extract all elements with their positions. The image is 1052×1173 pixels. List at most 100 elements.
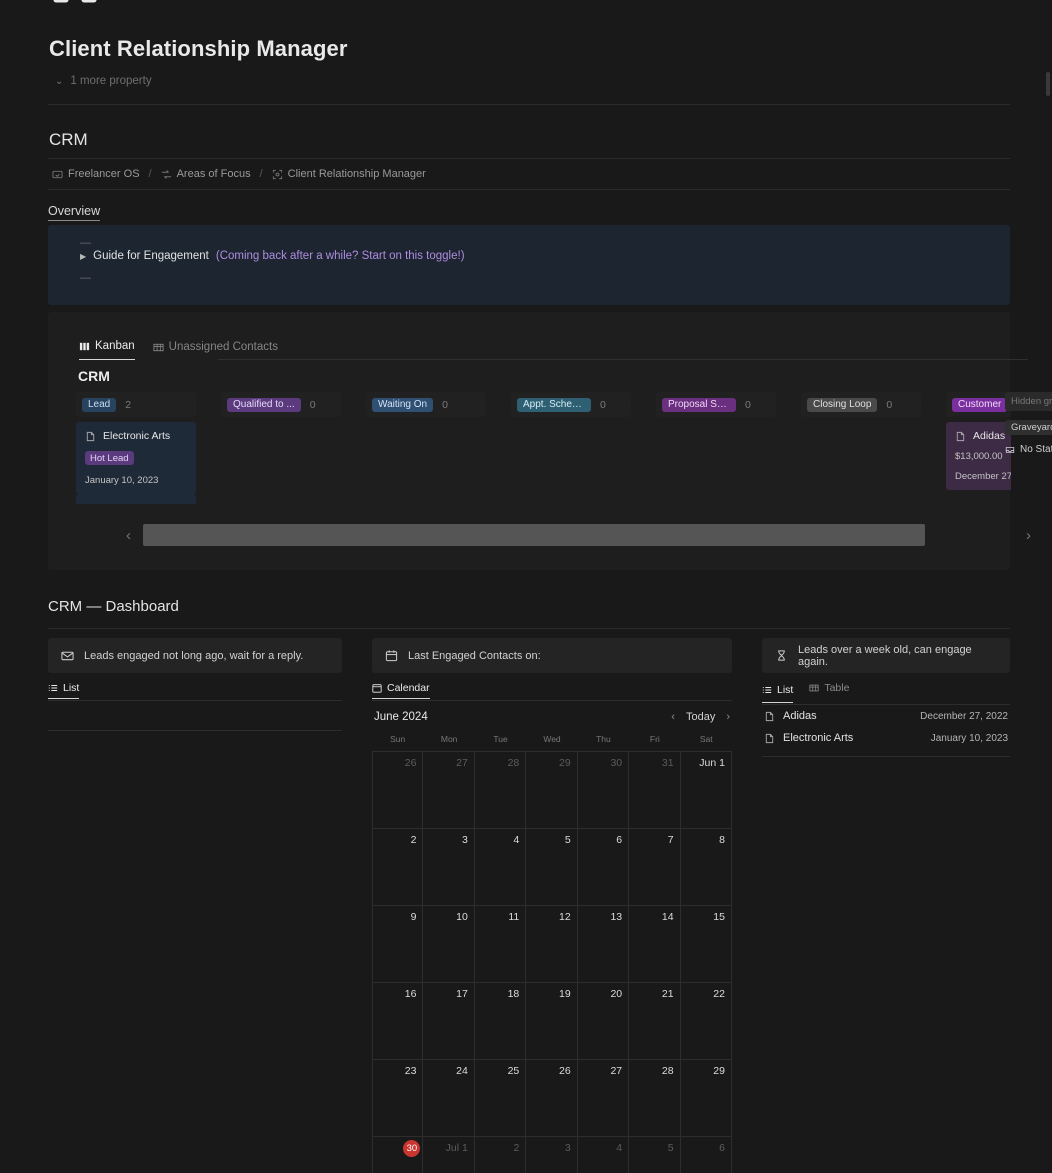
page-scrollbar-thumb[interactable] bbox=[1046, 72, 1050, 96]
calendar-day-cell[interactable]: 26 bbox=[372, 751, 424, 828]
calendar-day-cell[interactable]: 29 bbox=[526, 751, 578, 828]
calendar-day-cell[interactable]: 2 bbox=[474, 1136, 527, 1173]
calendar-day-cell[interactable]: 27 bbox=[577, 1059, 630, 1136]
envelope-icon bbox=[61, 649, 74, 662]
calendar-day-cell[interactable]: 3 bbox=[423, 828, 475, 905]
calendar-day-cell[interactable]: 24 bbox=[423, 1059, 475, 1136]
view-tabs: List Table bbox=[762, 682, 1010, 705]
tab-unassigned-contacts[interactable]: Unassigned Contacts bbox=[153, 341, 278, 360]
kanban-column-header[interactable]: Appt. Sched... 0 bbox=[511, 392, 631, 417]
kanban-card[interactable]: Nike bbox=[76, 493, 196, 504]
calendar-day-cell[interactable]: 28 bbox=[629, 1059, 681, 1136]
calendar-day-cell[interactable]: 27 bbox=[423, 751, 475, 828]
kanban-column: Qualified to ... 0 bbox=[221, 392, 341, 504]
divider-dashboard bbox=[48, 628, 1010, 629]
tab-kanban[interactable]: Kanban bbox=[79, 340, 135, 360]
kanban-title: CRM bbox=[78, 368, 110, 384]
calendar-day-cell[interactable]: 17 bbox=[423, 982, 475, 1059]
scroll-left-icon[interactable]: ‹ bbox=[126, 527, 131, 544]
calendar-prev-icon[interactable]: ‹ bbox=[671, 711, 675, 723]
dashboard-title: CRM — Dashboard bbox=[48, 598, 179, 615]
calendar-day-cell[interactable]: 3 bbox=[526, 1136, 578, 1173]
kanban-column-header[interactable]: Closing Loop 0 bbox=[801, 392, 921, 417]
calendar-weekday: Thu bbox=[596, 734, 611, 744]
calendar-day-cell[interactable]: 13 bbox=[577, 905, 630, 982]
calendar-today-button[interactable]: Today bbox=[686, 711, 715, 723]
calendar-day-cell[interactable]: 31 bbox=[629, 751, 681, 828]
calendar-next-icon[interactable]: › bbox=[726, 711, 730, 723]
calendar-day-cell[interactable]: 25 bbox=[474, 1059, 527, 1136]
kanban-scroll-area: Lead 2 Electronic Arts Hot Lead January 10, … bbox=[76, 392, 1011, 504]
no-status-label: No Status bbox=[1020, 444, 1052, 455]
kanban-panel: Kanban Unassigned Contacts CRM Lead 2 Elec… bbox=[48, 312, 1052, 570]
calendar-day-cell[interactable]: 30 bbox=[577, 751, 630, 828]
breadcrumb-item-areas-of-focus[interactable]: Areas of Focus bbox=[158, 166, 254, 182]
calendar-day-cell[interactable]: 14 bbox=[629, 905, 681, 982]
calendar-day-cell[interactable]: 4 bbox=[474, 828, 527, 905]
calendar-day-cell[interactable]: 19 bbox=[526, 982, 578, 1059]
calendar-day-cell[interactable]: 8 bbox=[680, 828, 732, 905]
scrollbar-thumb[interactable] bbox=[143, 524, 925, 546]
shuffle-icon bbox=[161, 169, 172, 180]
calendar-day-cell[interactable]: Jun 1 bbox=[680, 751, 732, 828]
view-tab-calendar[interactable]: Calendar bbox=[372, 682, 430, 699]
breadcrumb-item-freelancer-os[interactable]: Freelancer OS bbox=[49, 166, 143, 182]
calendar-day-cell[interactable]: 10 bbox=[423, 905, 475, 982]
calendar-day-cell[interactable]: 4 bbox=[577, 1136, 630, 1173]
list-item[interactable]: Electronic Arts January 10, 2023 bbox=[762, 727, 1010, 749]
kanban-column-header[interactable]: Lead 2 bbox=[76, 392, 196, 417]
more-properties-toggle[interactable]: ⌄ 1 more property bbox=[49, 72, 158, 90]
calendar-day-cell[interactable]: 6 bbox=[577, 828, 630, 905]
scroll-right-icon[interactable]: › bbox=[1026, 527, 1031, 544]
guide-toggle[interactable]: ▶ Guide for Engagement (Coming back afte… bbox=[80, 250, 465, 262]
scrollbar-track[interactable] bbox=[143, 524, 1014, 546]
kanban-column-header[interactable]: Qualified to ... 0 bbox=[221, 392, 341, 417]
calendar-day-cell[interactable]: 30 bbox=[372, 1136, 424, 1173]
kanban-column-header[interactable]: Proposal Sent 0 bbox=[656, 392, 776, 417]
calendar-day-cell[interactable]: 20 bbox=[577, 982, 630, 1059]
dashboard-column-engaged-recently: Leads engaged not long ago, wait for a r… bbox=[48, 638, 342, 731]
breadcrumb-item-client-relationship-manager[interactable]: Client Relationship Manager bbox=[269, 166, 429, 182]
calendar-day-cell[interactable]: 21 bbox=[629, 982, 681, 1059]
kanban-hidden-groups: Hidden groups Graveyard No Status bbox=[1005, 392, 1052, 455]
view-tab-list[interactable]: List bbox=[762, 682, 794, 703]
calendar-day-cell[interactable]: 11 bbox=[474, 905, 527, 982]
calendar-day-cell[interactable]: 26 bbox=[526, 1059, 578, 1136]
calendar-day-cell[interactable]: 18 bbox=[474, 982, 527, 1059]
kanban-column-count: 0 bbox=[886, 398, 893, 411]
calendar-day-cell[interactable]: 15 bbox=[680, 905, 732, 982]
notion-crm-page: Client Relationship Manager ⌄ 1 more pro… bbox=[0, 0, 1052, 1173]
calendar-day-cell[interactable]: 9 bbox=[372, 905, 424, 982]
hidden-group-graveyard[interactable]: Graveyard bbox=[1005, 420, 1052, 435]
calendar-day-cell[interactable]: Jul 1 bbox=[423, 1136, 475, 1173]
view-tab-table[interactable]: Table bbox=[809, 682, 849, 698]
calendar-day-cell[interactable]: 16 bbox=[372, 982, 424, 1059]
calendar-day-cell[interactable]: 29 bbox=[680, 1059, 732, 1136]
calendar-day-cell[interactable]: 22 bbox=[680, 982, 732, 1059]
view-tab-list[interactable]: List bbox=[48, 682, 80, 699]
crm-heading: CRM bbox=[49, 130, 88, 149]
calendar-day-cell[interactable]: 2 bbox=[372, 828, 424, 905]
calendar-day-cell[interactable]: 5 bbox=[629, 1136, 681, 1173]
triangle-right-icon[interactable]: ▶ bbox=[80, 252, 86, 261]
kanban-card[interactable]: Electronic Arts Hot Lead January 10, 2023 bbox=[76, 422, 196, 494]
calendar-day-cell[interactable]: 6 bbox=[680, 1136, 732, 1173]
kanban-scrollbar[interactable]: ‹ › bbox=[126, 524, 1031, 546]
status-badge: Waiting On bbox=[372, 397, 434, 412]
kanban-column-header[interactable]: Waiting On 0 bbox=[366, 392, 486, 417]
calendar-day-cell[interactable]: 12 bbox=[526, 905, 578, 982]
calendar-day-cell[interactable]: 5 bbox=[526, 828, 578, 905]
view-tabs: Calendar bbox=[372, 682, 732, 701]
more-properties-label: 1 more property bbox=[70, 75, 152, 87]
breadcrumb-label: Client Relationship Manager bbox=[287, 168, 426, 180]
kanban-columns: Lead 2 Electronic Arts Hot Lead January 10, … bbox=[76, 392, 1011, 504]
hidden-group-no-status[interactable]: No Status bbox=[1005, 444, 1052, 455]
status-badge: Lead bbox=[82, 397, 117, 412]
calendar-day-cell[interactable]: 28 bbox=[474, 751, 527, 828]
table-icon bbox=[153, 342, 164, 353]
calendar-day-cell[interactable]: 23 bbox=[372, 1059, 424, 1136]
list-item[interactable]: Adidas December 27, 2022 bbox=[762, 705, 1010, 727]
kanban-column-header[interactable]: Customer1 bbox=[946, 392, 1011, 417]
calendar-day-cell[interactable]: 7 bbox=[629, 828, 681, 905]
kanban-card[interactable]: Adidas $13,000.00 December 27, 2022 bbox=[946, 422, 1011, 490]
